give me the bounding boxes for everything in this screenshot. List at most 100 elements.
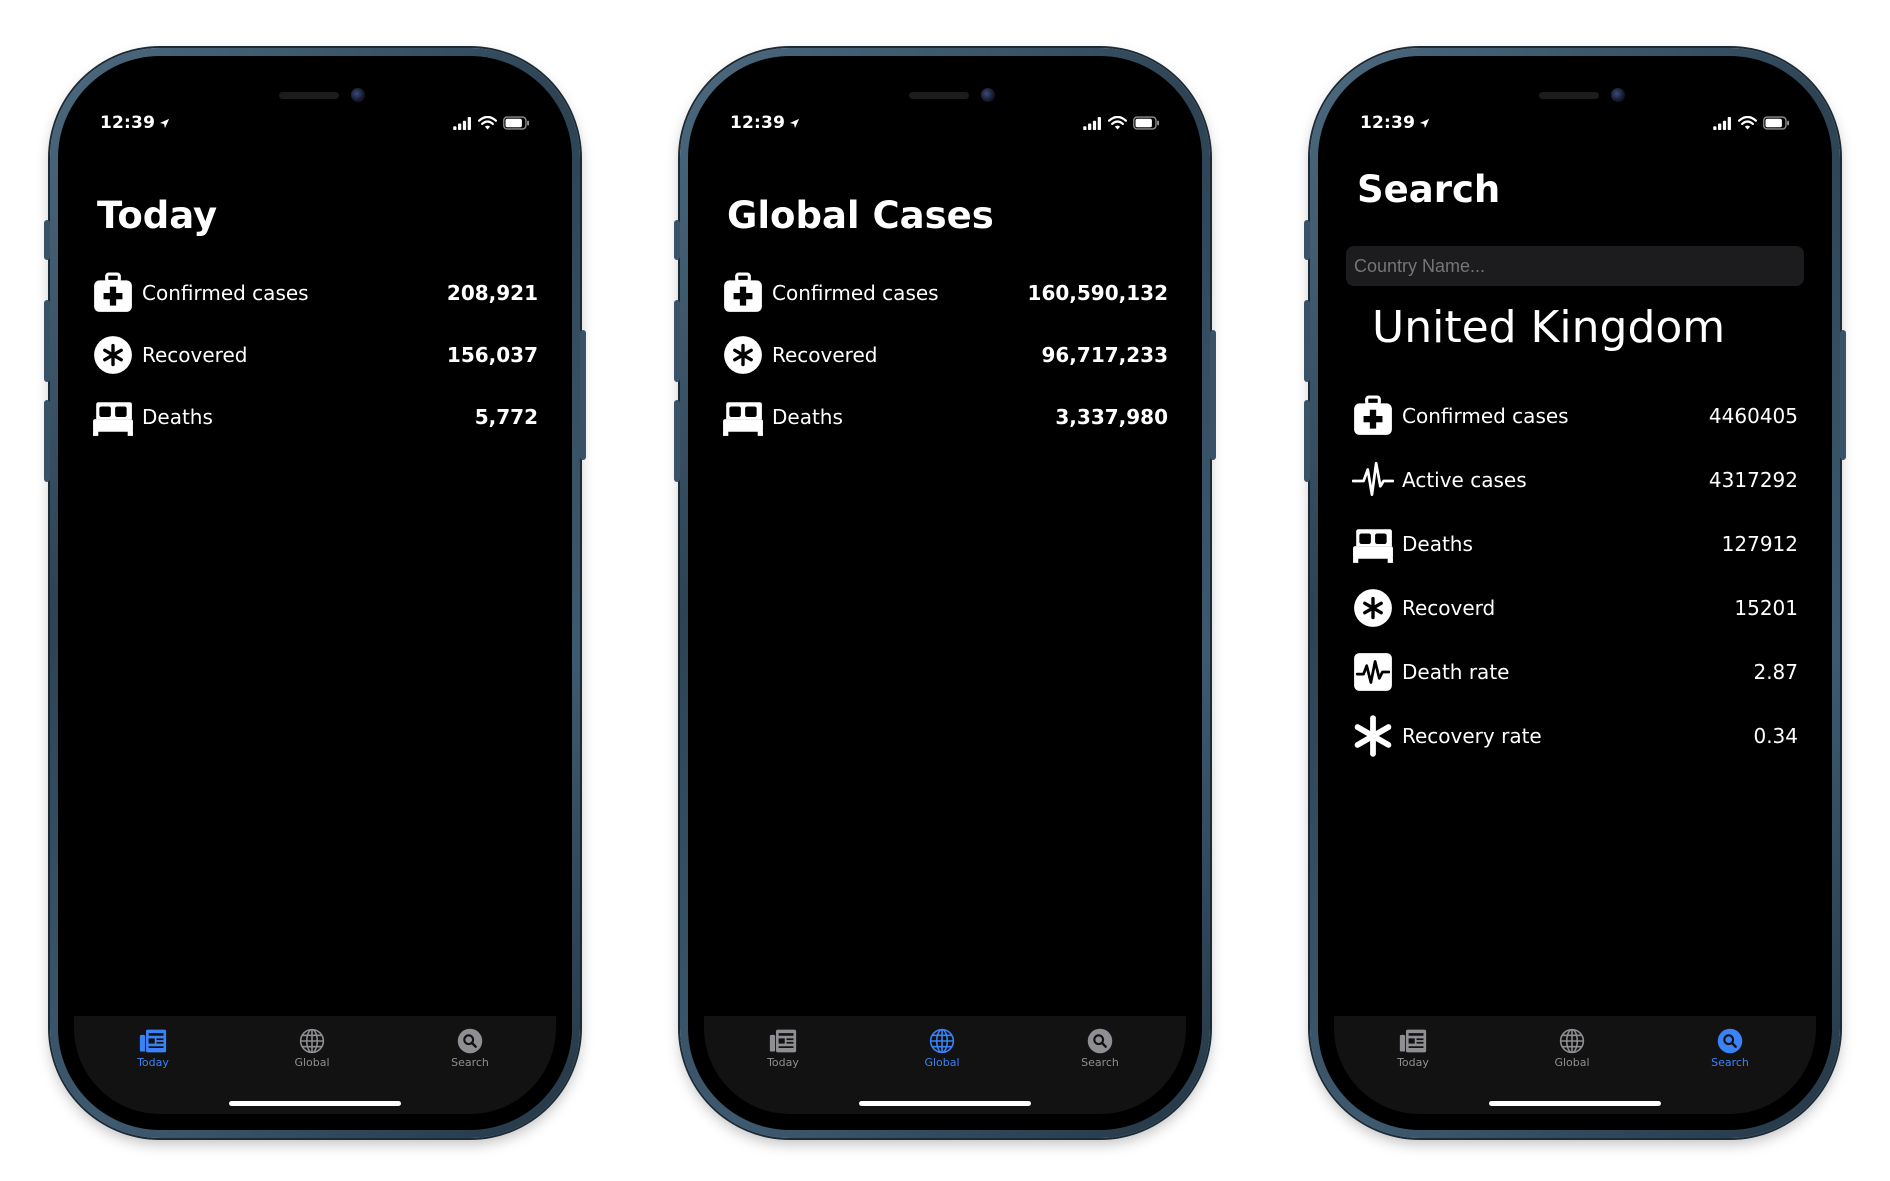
status-icons xyxy=(1713,116,1790,130)
asterisk-circle-icon xyxy=(92,334,134,376)
stat-value: 3,337,980 xyxy=(1055,405,1168,429)
medical-kit-icon xyxy=(1352,395,1394,437)
tab-global[interactable]: Global xyxy=(897,1026,987,1069)
magnifier-icon xyxy=(1055,1026,1145,1056)
earpiece-speaker xyxy=(1539,92,1599,99)
asterisk-circle-icon xyxy=(722,334,764,376)
front-camera-icon xyxy=(1611,88,1625,102)
tab-today[interactable]: Today xyxy=(738,1026,828,1069)
home-indicator[interactable] xyxy=(1489,1101,1661,1106)
battery-icon xyxy=(503,116,530,130)
volume-down-button xyxy=(674,400,680,482)
tab-global[interactable]: Global xyxy=(267,1026,357,1069)
tab-label: Today xyxy=(1397,1056,1429,1069)
magnifier-icon xyxy=(1685,1026,1775,1056)
asterisk-icon xyxy=(1352,715,1394,757)
country-search-input[interactable] xyxy=(1346,246,1804,286)
stat-label: Confirmed cases xyxy=(772,281,939,305)
tab-label: Search xyxy=(451,1056,489,1069)
tab-label: Global xyxy=(1554,1056,1590,1069)
country-name: United Kingdom xyxy=(1372,302,1726,353)
stat-row-recovered: Recovered 96,717,233 xyxy=(722,324,1168,386)
stat-label: Active cases xyxy=(1402,468,1527,492)
status-time: 12:39 xyxy=(1360,113,1430,133)
mute-switch xyxy=(674,220,680,260)
screen: 12:39 Search United Kingdom Confirmed xyxy=(1334,72,1816,1114)
phone-bezel: 12:39 Today Confirmed cases 208,921 Reco… xyxy=(58,56,572,1130)
stat-row-confirmed-cases: Confirmed cases 160,590,132 xyxy=(722,262,1168,324)
phone-bezel: 12:39 Global Cases Confirmed cases 160,5… xyxy=(688,56,1202,1130)
tab-label: Global xyxy=(924,1056,960,1069)
volume-up-button xyxy=(1304,300,1310,382)
bed-icon xyxy=(92,396,134,438)
stat-label: Deaths xyxy=(142,405,213,429)
waveform-box-icon xyxy=(1352,651,1394,693)
tab-label: Today xyxy=(137,1056,169,1069)
stats-list: Confirmed cases 208,921 Recovered 156,03… xyxy=(92,262,538,448)
asterisk-circle-icon xyxy=(1352,587,1394,629)
stat-row-deaths: Deaths 3,337,980 xyxy=(722,386,1168,448)
clock: 12:39 xyxy=(100,113,156,133)
side-button xyxy=(1840,330,1846,460)
battery-icon xyxy=(1133,116,1160,130)
stat-label: Recoverd xyxy=(1402,596,1496,620)
status-bar: 12:39 xyxy=(100,112,530,134)
home-indicator[interactable] xyxy=(859,1101,1031,1106)
stat-value: 2.87 xyxy=(1753,660,1798,684)
stat-label: Recovered xyxy=(772,343,878,367)
page-title: Search xyxy=(1357,168,1501,211)
cellular-signal-icon xyxy=(1083,117,1102,130)
stat-value: 5,772 xyxy=(474,405,538,429)
battery-icon xyxy=(1763,116,1790,130)
tab-label: Search xyxy=(1081,1056,1119,1069)
earpiece-speaker xyxy=(279,92,339,99)
tab-label: Global xyxy=(294,1056,330,1069)
stat-value: 156,037 xyxy=(446,343,538,367)
newspaper-icon xyxy=(1368,1026,1458,1056)
stat-label: Confirmed cases xyxy=(142,281,309,305)
stat-label: Deaths xyxy=(1402,532,1473,556)
stat-value: 208,921 xyxy=(446,281,538,305)
stat-value: 160,590,132 xyxy=(1027,281,1168,305)
clock: 12:39 xyxy=(1360,113,1416,133)
home-indicator[interactable] xyxy=(229,1101,401,1106)
location-arrow-icon xyxy=(1419,118,1430,129)
wifi-icon xyxy=(1738,116,1757,130)
screen: 12:39 Today Confirmed cases 208,921 Reco… xyxy=(74,72,556,1114)
tab-today[interactable]: Today xyxy=(1368,1026,1458,1069)
tab-today[interactable]: Today xyxy=(108,1026,198,1069)
stat-label: Recovery rate xyxy=(1402,724,1542,748)
status-icons xyxy=(453,116,530,130)
tab-bar: Today Global Search xyxy=(704,1016,1186,1114)
tab-search[interactable]: Search xyxy=(1685,1026,1775,1069)
status-bar: 12:39 xyxy=(1360,112,1790,134)
phone-today: 12:39 Today Confirmed cases 208,921 Reco… xyxy=(44,48,586,1138)
tab-search[interactable]: Search xyxy=(425,1026,515,1069)
tab-global[interactable]: Global xyxy=(1527,1026,1617,1069)
tab-bar: Today Global Search xyxy=(74,1016,556,1114)
magnifier-icon xyxy=(425,1026,515,1056)
globe-icon xyxy=(267,1026,357,1056)
stat-row-recoverd: Recoverd 15201 xyxy=(1352,576,1798,640)
newspaper-icon xyxy=(738,1026,828,1056)
side-button xyxy=(1210,330,1216,460)
stats-list: Confirmed cases 160,590,132 Recovered 96… xyxy=(722,262,1168,448)
globe-icon xyxy=(1527,1026,1617,1056)
stat-row-confirmed-cases: Confirmed cases 4460405 xyxy=(1352,384,1798,448)
tab-label: Search xyxy=(1711,1056,1749,1069)
tab-search[interactable]: Search xyxy=(1055,1026,1145,1069)
phone-search: 12:39 Search United Kingdom Confirmed xyxy=(1304,48,1846,1138)
mute-switch xyxy=(1304,220,1310,260)
stat-label: Confirmed cases xyxy=(1402,404,1569,428)
status-icons xyxy=(1083,116,1160,130)
stat-row-death-rate: Death rate 2.87 xyxy=(1352,640,1798,704)
volume-up-button xyxy=(674,300,680,382)
phone-bezel: 12:39 Search United Kingdom Confirmed xyxy=(1318,56,1832,1130)
stat-row-deaths: Deaths 127912 xyxy=(1352,512,1798,576)
stat-value: 96,717,233 xyxy=(1041,343,1168,367)
phone-global: 12:39 Global Cases Confirmed cases 160,5… xyxy=(674,48,1216,1138)
stat-value: 127912 xyxy=(1721,532,1798,556)
waveform-icon xyxy=(1352,459,1394,501)
volume-down-button xyxy=(44,400,50,482)
stat-row-recovered: Recovered 156,037 xyxy=(92,324,538,386)
